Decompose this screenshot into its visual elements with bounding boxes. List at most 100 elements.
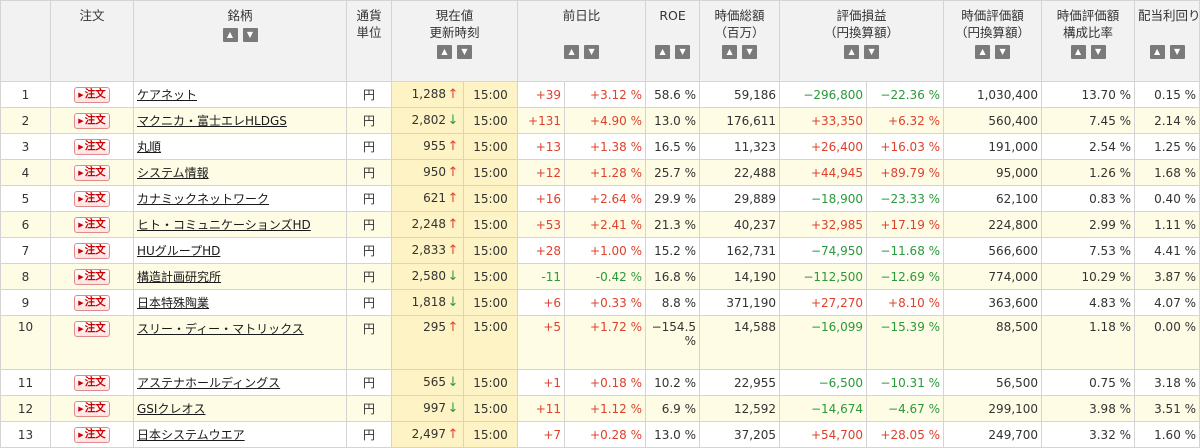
play-icon: ▶ bbox=[78, 299, 84, 307]
dividend-yield: 1.25 % bbox=[1134, 133, 1200, 160]
order-button[interactable]: ▶注文 bbox=[74, 243, 110, 259]
order-button-label: 注文 bbox=[84, 166, 106, 178]
order-button[interactable]: ▶注文 bbox=[74, 295, 110, 311]
order-button[interactable]: ▶注文 bbox=[74, 191, 110, 207]
play-icon: ▶ bbox=[78, 273, 84, 281]
order-button[interactable]: ▶注文 bbox=[74, 113, 110, 129]
sort-desc-ratio-button[interactable]: ▼ bbox=[1090, 45, 1106, 59]
currency-unit: 円 bbox=[346, 237, 392, 264]
sort-desc-name-button[interactable]: ▼ bbox=[242, 28, 258, 42]
order-cell: ▶注文 bbox=[50, 185, 134, 212]
market-cap: 162,731 bbox=[699, 237, 781, 264]
order-button-label: 注文 bbox=[84, 428, 106, 440]
current-price-cell: 950 ↑ bbox=[391, 159, 464, 186]
sort-desc-price-button[interactable]: ▼ bbox=[457, 45, 472, 59]
update-time: 15:00 bbox=[462, 81, 519, 108]
stock-name-cell: ヒト・コミュニケーションズHD bbox=[133, 211, 347, 238]
current-price: 2,248 bbox=[411, 217, 446, 231]
sort-desc-mcap-button[interactable]: ▼ bbox=[742, 45, 758, 59]
sort-asc-roe-button[interactable]: ▲ bbox=[655, 45, 671, 59]
sort-asc-ratio-button[interactable]: ▲ bbox=[1070, 45, 1086, 59]
update-time: 15:00 bbox=[462, 263, 519, 290]
stock-name-link[interactable]: マクニカ・富士エレHLDGS bbox=[137, 114, 287, 128]
dividend-yield: 1.60 % bbox=[1134, 421, 1200, 448]
sort-asc-yield-button[interactable]: ▲ bbox=[1149, 45, 1165, 59]
sort-asc-name-button[interactable]: ▲ bbox=[222, 28, 238, 42]
order-cell: ▶注文 bbox=[50, 369, 134, 396]
stock-name-cell: カナミックネットワーク bbox=[133, 185, 347, 212]
sort-desc-roe-button[interactable]: ▼ bbox=[675, 45, 691, 59]
order-button[interactable]: ▶注文 bbox=[74, 375, 110, 391]
sort-asc-mcap-button[interactable]: ▲ bbox=[722, 45, 738, 59]
pnl-percent: −23.33 % bbox=[866, 185, 945, 212]
row-number: 9 bbox=[0, 289, 51, 316]
pnl-amount: −296,800 bbox=[779, 81, 868, 108]
roe-cell: 25.7 % bbox=[645, 159, 701, 186]
dividend-yield: 4.07 % bbox=[1134, 289, 1200, 316]
price-direction-icon: ↑ bbox=[447, 139, 459, 154]
sort-desc-yield-button[interactable]: ▼ bbox=[1169, 45, 1185, 59]
portfolio-ratio: 2.99 % bbox=[1041, 211, 1136, 238]
sort-asc-price-button[interactable]: ▲ bbox=[437, 45, 452, 59]
roe-cell: 29.9 % bbox=[645, 185, 701, 212]
sort-desc-pnl-button[interactable]: ▼ bbox=[864, 45, 880, 59]
play-icon: ▶ bbox=[78, 117, 84, 125]
roe-value: 21.3 % bbox=[654, 217, 697, 232]
order-button[interactable]: ▶注文 bbox=[74, 321, 110, 337]
stock-name-link[interactable]: 構造計画研究所 bbox=[137, 270, 221, 284]
stock-name-link[interactable]: アステナホールディングス bbox=[137, 376, 280, 390]
stock-name-link[interactable]: システム情報 bbox=[137, 166, 209, 180]
change-amount: +131 bbox=[517, 107, 566, 134]
dividend-yield: 0.15 % bbox=[1134, 81, 1200, 108]
sort-asc-pnl-button[interactable]: ▲ bbox=[844, 45, 860, 59]
stock-name-link[interactable]: カナミックネットワーク bbox=[137, 192, 269, 206]
order-button[interactable]: ▶注文 bbox=[74, 269, 110, 285]
sort-asc-change-button[interactable]: ▲ bbox=[564, 45, 580, 59]
pnl-percent: +89.79 % bbox=[866, 159, 945, 186]
stock-name-link[interactable]: GSIクレオス bbox=[137, 402, 205, 416]
sort-desc-change-button[interactable]: ▼ bbox=[584, 45, 600, 59]
roe-cell: 58.6 % bbox=[645, 81, 701, 108]
current-price-cell: 565 ↓ bbox=[391, 369, 464, 396]
current-price: 2,580 bbox=[411, 269, 446, 283]
row-number: 1 bbox=[0, 81, 51, 108]
order-button[interactable]: ▶注文 bbox=[74, 165, 110, 181]
sort-asc-value-button[interactable]: ▲ bbox=[975, 45, 991, 59]
sort-desc-value-button[interactable]: ▼ bbox=[995, 45, 1011, 59]
market-cap: 11,323 bbox=[699, 133, 781, 160]
stock-name-link[interactable]: ケアネット bbox=[137, 88, 197, 102]
price-direction-icon: ↑ bbox=[447, 191, 459, 206]
order-button[interactable]: ▶注文 bbox=[74, 87, 110, 103]
stock-name-link[interactable]: HUグループHD bbox=[137, 244, 220, 258]
change-amount: +7 bbox=[517, 421, 566, 448]
update-time: 15:00 bbox=[462, 185, 519, 212]
order-button[interactable]: ▶注文 bbox=[74, 139, 110, 155]
stock-name-link[interactable]: 丸順 bbox=[137, 140, 161, 154]
row-number: 11 bbox=[0, 369, 51, 396]
dividend-yield: 4.41 % bbox=[1134, 237, 1200, 264]
stock-name-link[interactable]: 日本特殊陶業 bbox=[137, 296, 209, 310]
order-button[interactable]: ▶注文 bbox=[74, 401, 110, 417]
stock-name-link[interactable]: ヒト・コミュニケーションズHD bbox=[137, 218, 311, 232]
market-cap: 29,889 bbox=[699, 185, 781, 212]
table-row: 12 ▶注文 GSIクレオス 円 997 ↓ 15:00 +11 +1.12 % … bbox=[0, 395, 1200, 422]
order-button[interactable]: ▶注文 bbox=[74, 217, 110, 233]
stock-name-link[interactable]: 日本システムウエア bbox=[137, 428, 245, 442]
portfolio-ratio: 3.98 % bbox=[1041, 395, 1136, 422]
pnl-percent: −11.68 % bbox=[866, 237, 945, 264]
roe-value: 13.0 % bbox=[654, 113, 697, 128]
pnl-amount: +32,985 bbox=[779, 211, 868, 238]
change-percent: +1.12 % bbox=[564, 395, 647, 422]
header-roe: ROE ▲ ▼ bbox=[645, 0, 701, 82]
order-button[interactable]: ▶注文 bbox=[74, 427, 110, 443]
header-row-number bbox=[0, 0, 51, 82]
table-row: 13 ▶注文 日本システムウエア 円 2,497 ↑ 15:00 +7 +0.28… bbox=[0, 421, 1200, 448]
order-button-label: 注文 bbox=[84, 140, 106, 152]
stock-name-link[interactable]: スリー・ディー・マトリックス bbox=[137, 322, 304, 336]
order-button-label: 注文 bbox=[84, 88, 106, 100]
market-value: 566,600 bbox=[943, 237, 1043, 264]
change-percent: +2.64 % bbox=[564, 185, 647, 212]
price-direction-icon: ↓ bbox=[447, 401, 459, 416]
roe-value: 58.6 % bbox=[654, 87, 697, 102]
change-percent: +4.90 % bbox=[564, 107, 647, 134]
